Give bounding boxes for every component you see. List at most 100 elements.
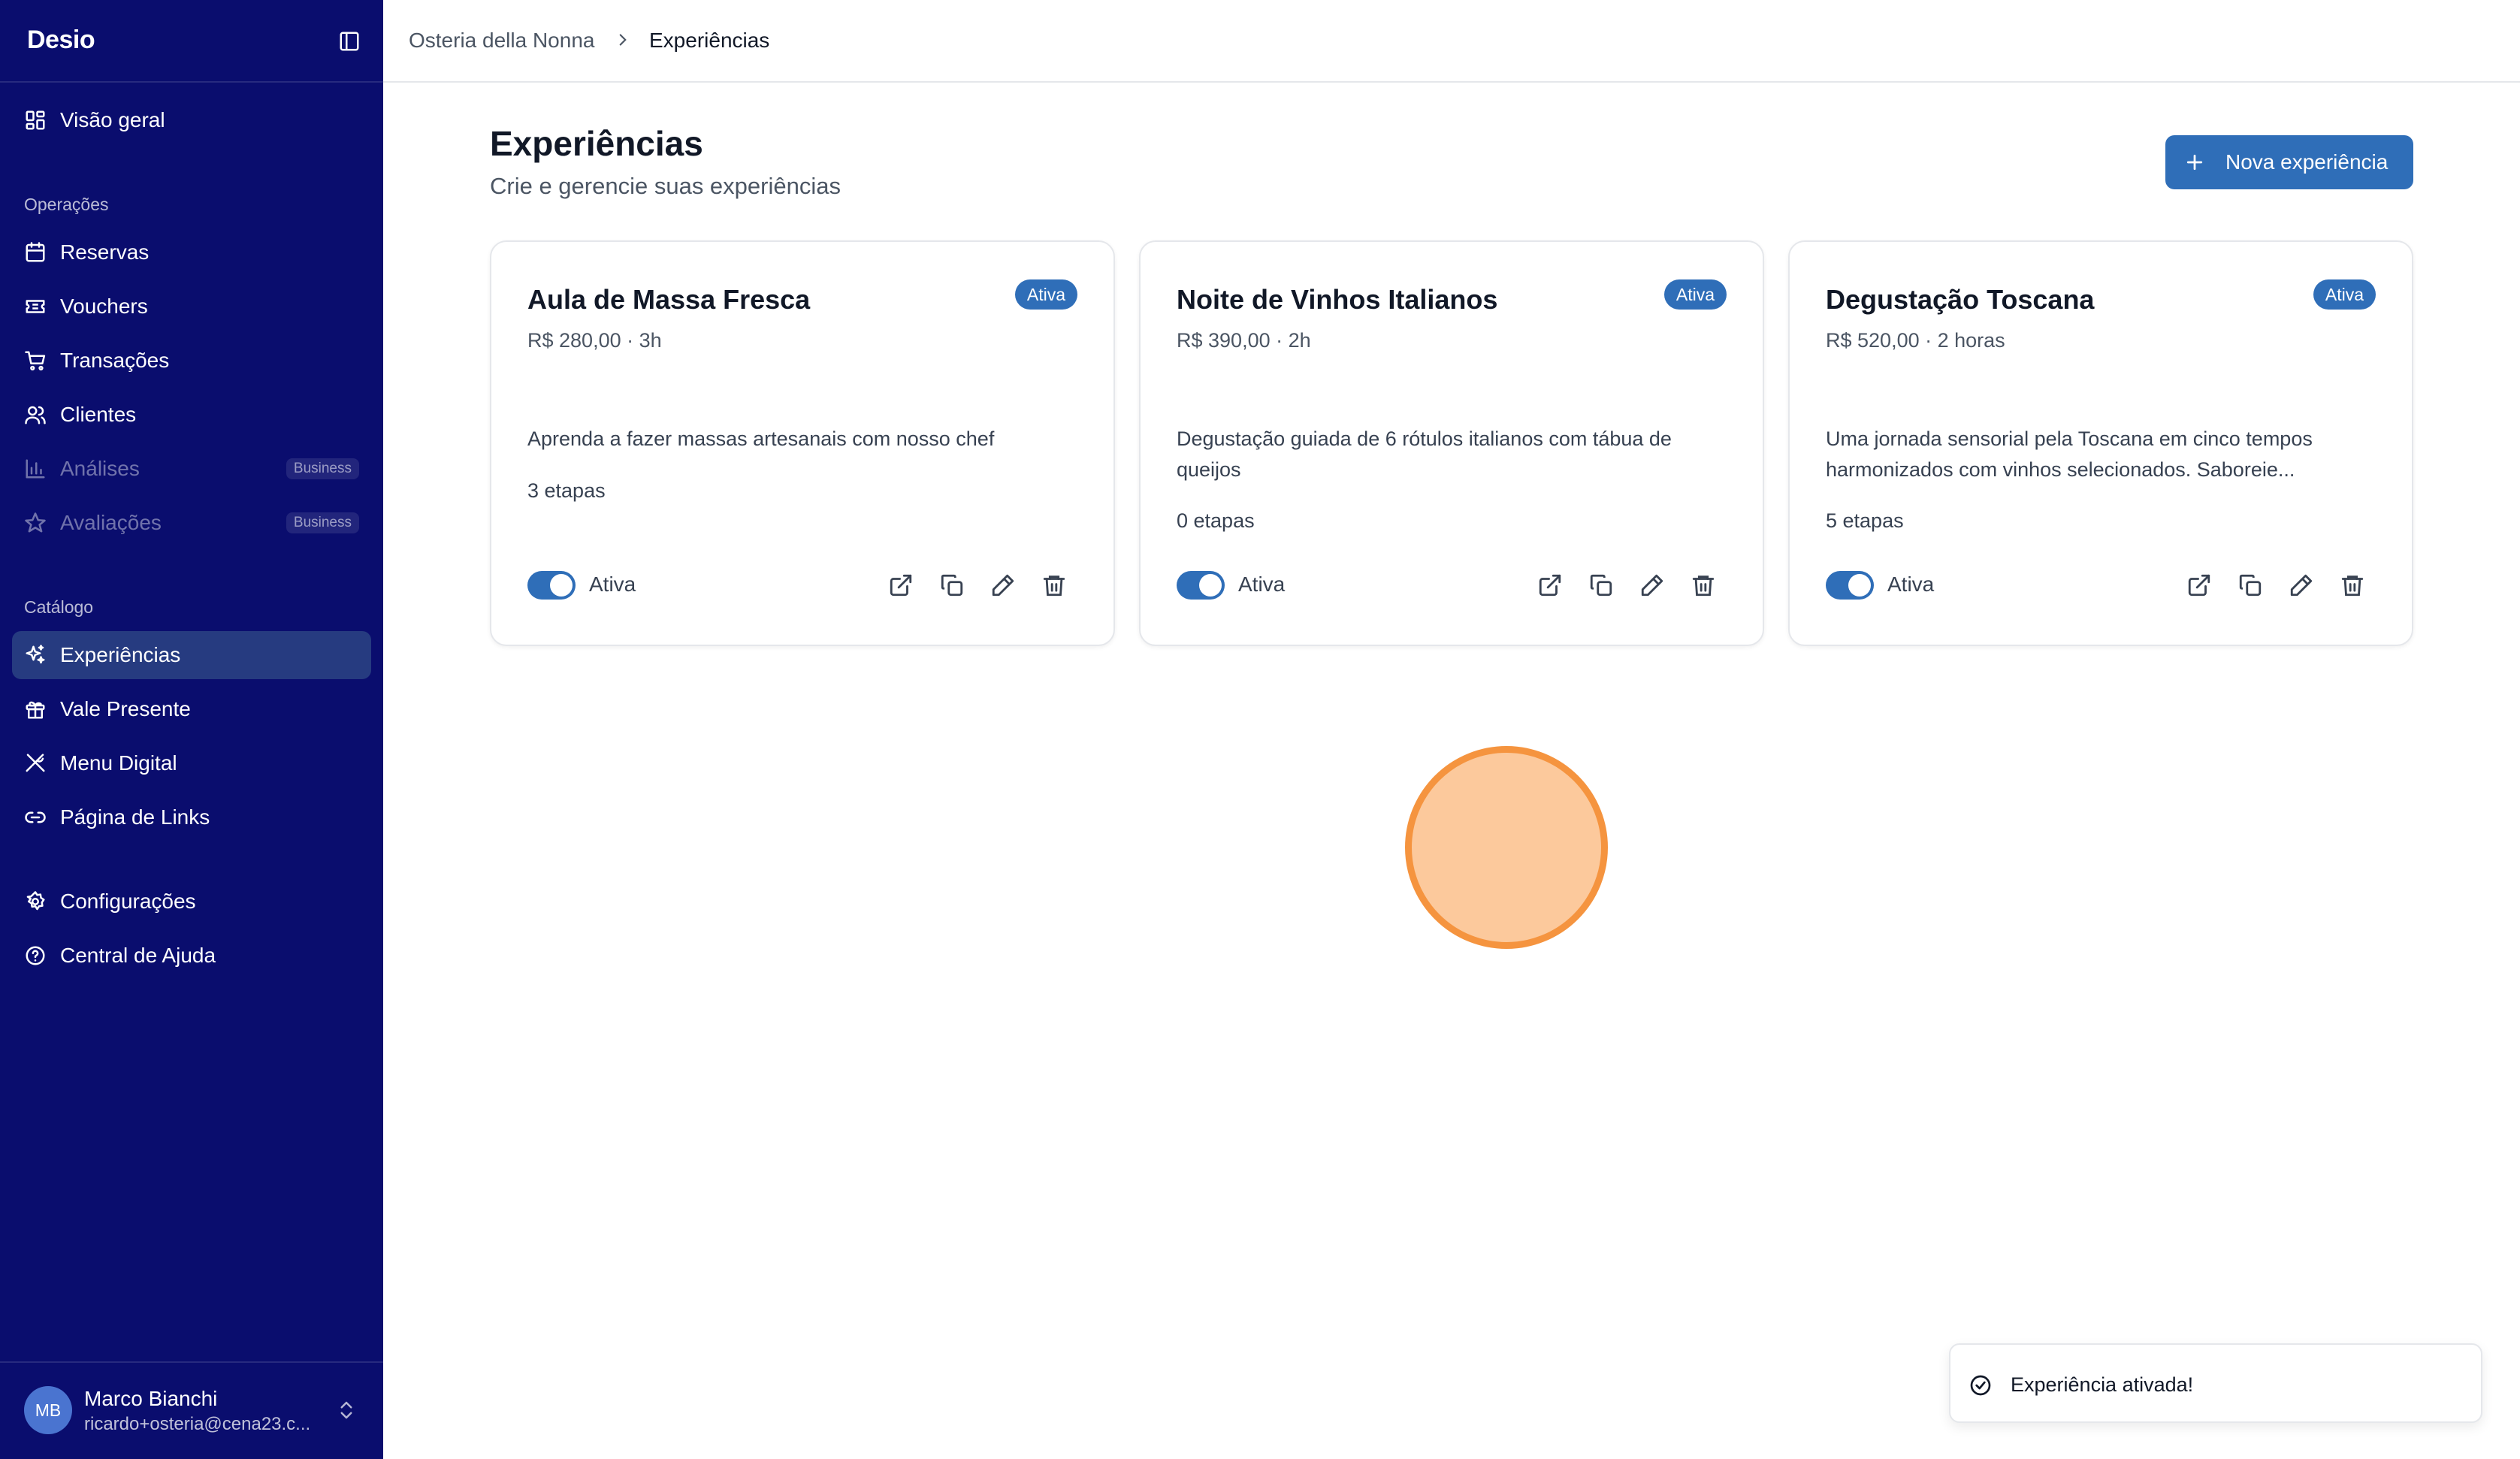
toast-notification: Experiência ativada! bbox=[1949, 1343, 2482, 1423]
sidebar-item-label: Clientes bbox=[60, 403, 137, 426]
new-experience-button[interactable]: Nova experiência bbox=[2165, 135, 2413, 189]
grid-icon bbox=[24, 109, 47, 131]
sidebar-item-central-de-ajuda[interactable]: Central de Ajuda bbox=[12, 932, 371, 980]
sidebar-item-label: Visão geral bbox=[60, 108, 165, 131]
experience-card[interactable]: Noite de Vinhos Italianos Ativa R$ 390,0… bbox=[1139, 240, 1764, 646]
sidebar-item-label: Configurações bbox=[60, 890, 196, 913]
utensils-icon bbox=[24, 752, 47, 775]
external-link-icon[interactable] bbox=[1537, 572, 1563, 598]
experience-description: Degustação guiada de 6 rótulos italianos… bbox=[1177, 427, 1672, 481]
business-badge: Business bbox=[286, 512, 359, 533]
status-badge: Ativa bbox=[1663, 279, 1727, 310]
avatar[interactable]: MB bbox=[24, 1386, 72, 1434]
toggle-knob bbox=[550, 574, 573, 597]
active-toggle[interactable] bbox=[527, 571, 576, 600]
experience-price-duration: R$ 390,00 · 2h bbox=[1177, 329, 1311, 352]
toggle-knob bbox=[1848, 574, 1871, 597]
sidebar: Desio Visão geral Operações Reservas Vou… bbox=[0, 0, 383, 1459]
plus-icon bbox=[2183, 151, 2206, 174]
pencil-icon[interactable] bbox=[1639, 572, 1665, 598]
experience-steps: 3 etapas bbox=[527, 479, 606, 502]
app-logo[interactable]: Desio bbox=[27, 26, 95, 55]
user-name: Marco Bianchi bbox=[84, 1387, 218, 1410]
bar-chart-icon bbox=[24, 458, 47, 480]
external-link-icon[interactable] bbox=[2186, 572, 2212, 598]
cart-icon bbox=[24, 349, 47, 372]
experience-price-duration: R$ 280,00 · 3h bbox=[527, 329, 662, 352]
experience-card[interactable]: Aula de Massa Fresca Ativa R$ 280,00 · 3… bbox=[490, 240, 1115, 646]
sidebar-item-vouchers[interactable]: Vouchers bbox=[12, 282, 371, 331]
section-label-operacoes: Operações bbox=[24, 195, 109, 214]
experience-title: Noite de Vinhos Italianos bbox=[1177, 284, 1498, 315]
sidebar-item-experiencias[interactable]: Experiências bbox=[12, 631, 371, 679]
star-icon bbox=[24, 512, 47, 534]
sidebar-item-transacoes[interactable]: Transações bbox=[12, 337, 371, 385]
copy-icon[interactable] bbox=[2237, 572, 2263, 598]
experience-steps: 0 etapas bbox=[1177, 509, 1255, 532]
trash-icon[interactable] bbox=[1041, 572, 1067, 598]
new-experience-label: Nova experiência bbox=[2225, 150, 2389, 174]
sidebar-item-visao-geral[interactable]: Visão geral bbox=[12, 96, 371, 144]
experience-description: Uma jornada sensorial pela Toscana em ci… bbox=[1826, 427, 2313, 481]
sidebar-item-label: Análises bbox=[60, 457, 140, 480]
pencil-icon[interactable] bbox=[2289, 572, 2314, 598]
copy-icon[interactable] bbox=[939, 572, 965, 598]
pencil-icon[interactable] bbox=[990, 572, 1016, 598]
experience-card[interactable]: Degustação Toscana Ativa R$ 520,00 · 2 h… bbox=[1788, 240, 2413, 646]
toggle-label: Ativa bbox=[589, 572, 636, 596]
sidebar-item-avaliacoes[interactable]: Avaliações Business bbox=[12, 499, 371, 547]
section-label-catalogo: Catálogo bbox=[24, 597, 94, 617]
breadcrumb-restaurant[interactable]: Osteria della Nonna bbox=[409, 29, 594, 53]
sidebar-item-label: Vale Presente bbox=[60, 697, 191, 720]
sidebar-item-label: Experiências bbox=[60, 643, 181, 666]
user-email: ricardo+osteria@cena23.c... bbox=[84, 1414, 311, 1434]
toast-message: Experiência ativada! bbox=[2011, 1373, 2194, 1396]
sidebar-item-menu-digital[interactable]: Menu Digital bbox=[12, 739, 371, 787]
sidebar-item-pagina-de-links[interactable]: Página de Links bbox=[12, 793, 371, 841]
sparkles-icon bbox=[24, 644, 47, 666]
sidebar-header: Desio bbox=[0, 0, 383, 83]
link-icon bbox=[24, 806, 47, 829]
experience-steps: 5 etapas bbox=[1826, 509, 1904, 532]
external-link-icon[interactable] bbox=[888, 572, 914, 598]
chevrons-up-down-icon[interactable] bbox=[335, 1399, 358, 1421]
sidebar-item-clientes[interactable]: Clientes bbox=[12, 391, 371, 439]
trash-icon[interactable] bbox=[1691, 572, 1716, 598]
sidebar-item-label: Vouchers bbox=[60, 295, 148, 318]
gift-icon bbox=[24, 698, 47, 720]
ticket-icon bbox=[24, 295, 47, 318]
sidebar-toggle-icon[interactable] bbox=[338, 30, 361, 53]
sidebar-item-label: Reservas bbox=[60, 240, 150, 264]
sidebar-item-label: Página de Links bbox=[60, 805, 210, 829]
help-circle-icon bbox=[24, 944, 47, 967]
sidebar-item-reservas[interactable]: Reservas bbox=[12, 228, 371, 276]
cursor-highlight bbox=[1405, 746, 1608, 949]
sidebar-item-label: Avaliações bbox=[60, 511, 162, 534]
page-title: Experiências bbox=[490, 124, 703, 163]
chevron-right-icon bbox=[613, 30, 633, 50]
status-badge: Ativa bbox=[2313, 279, 2376, 310]
active-toggle[interactable] bbox=[1826, 571, 1874, 600]
breadcrumb-current: Experiências bbox=[649, 29, 770, 52]
experience-title: Degustação Toscana bbox=[1826, 284, 2095, 315]
active-toggle[interactable] bbox=[1177, 571, 1225, 600]
experience-title: Aula de Massa Fresca bbox=[527, 284, 811, 315]
users-icon bbox=[24, 403, 47, 426]
copy-icon[interactable] bbox=[1588, 572, 1614, 598]
sidebar-item-label: Menu Digital bbox=[60, 751, 177, 775]
check-circle-icon bbox=[1969, 1373, 1993, 1397]
sidebar-item-configuracoes[interactable]: Configurações bbox=[12, 878, 371, 926]
trash-icon[interactable] bbox=[2340, 572, 2365, 598]
toggle-label: Ativa bbox=[1887, 572, 1935, 596]
calendar-icon bbox=[24, 241, 47, 264]
toggle-knob bbox=[1199, 574, 1222, 597]
sidebar-item-vale-presente[interactable]: Vale Presente bbox=[12, 685, 371, 733]
sidebar-item-analises[interactable]: Análises Business bbox=[12, 445, 371, 493]
status-badge: Ativa bbox=[1014, 279, 1077, 310]
gear-icon bbox=[24, 890, 47, 913]
toggle-label: Ativa bbox=[1238, 572, 1286, 596]
experience-description: Aprenda a fazer massas artesanais com no… bbox=[527, 427, 995, 450]
sidebar-item-label: Transações bbox=[60, 349, 170, 372]
page-subtitle: Crie e gerencie suas experiências bbox=[490, 173, 841, 199]
sidebar-item-label: Central de Ajuda bbox=[60, 944, 216, 967]
